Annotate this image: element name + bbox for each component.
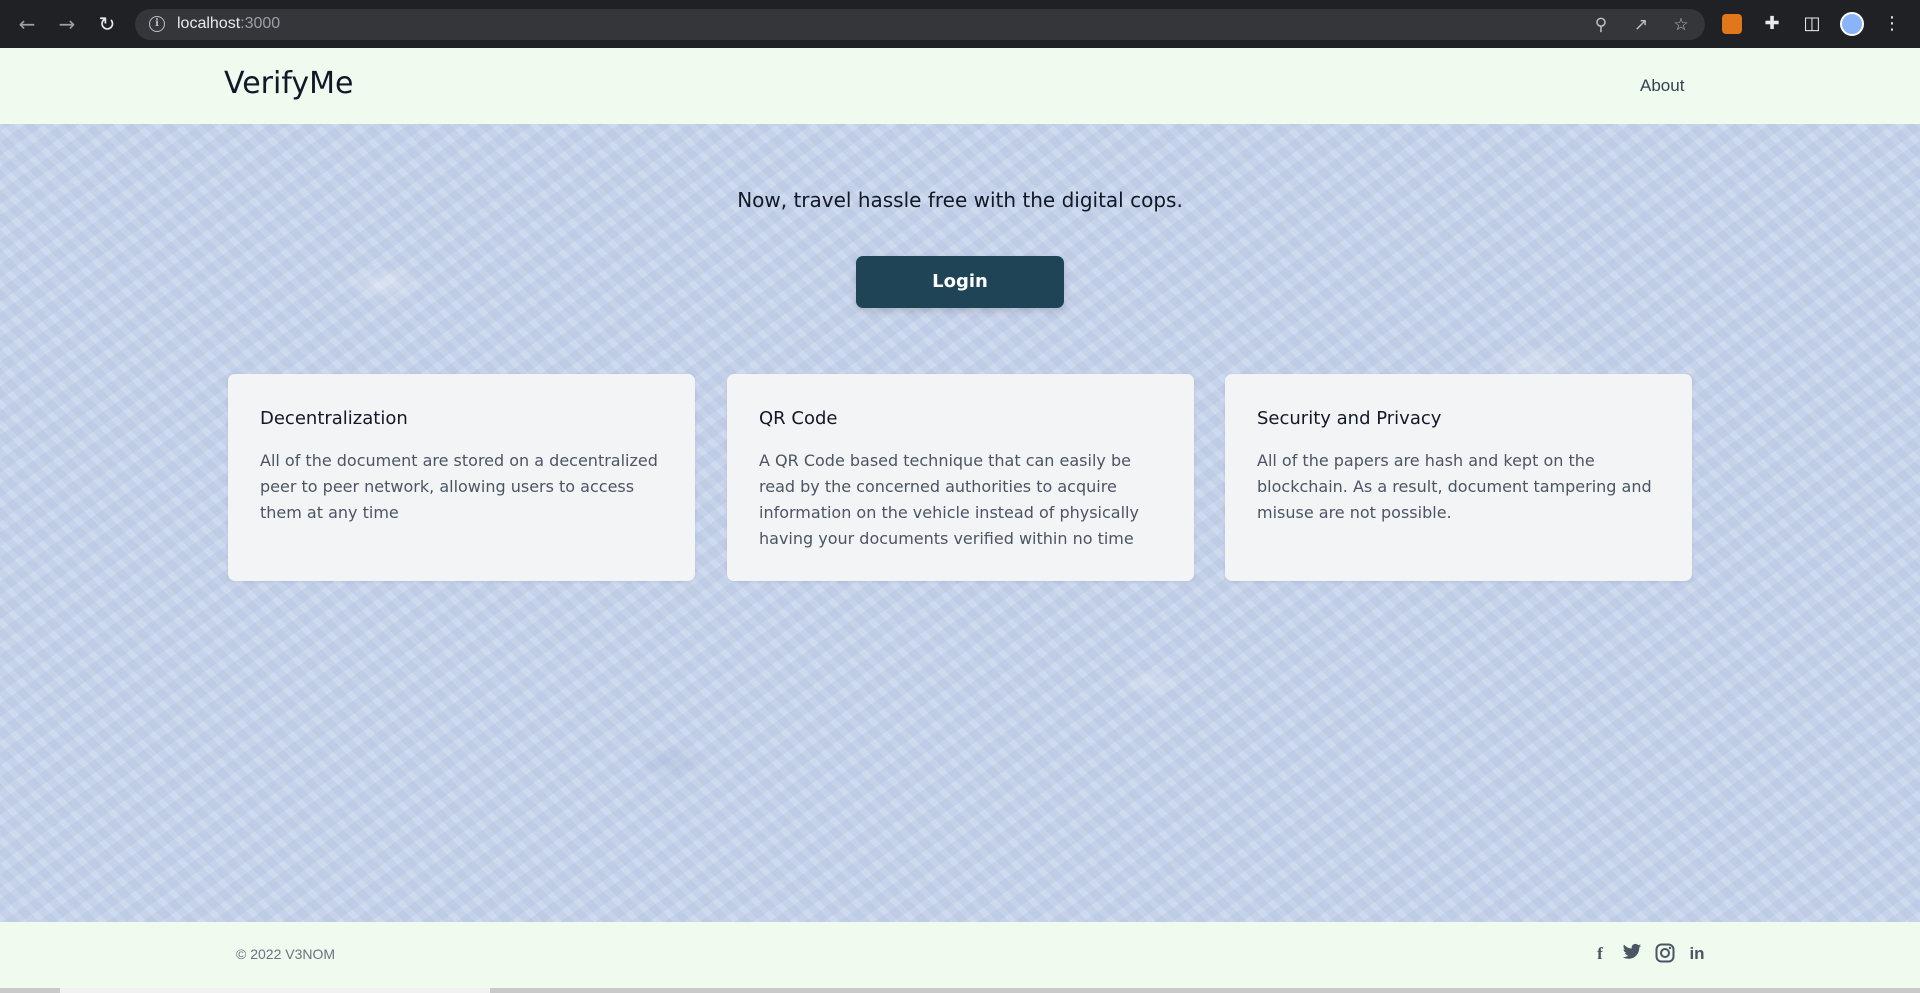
- feature-card-security: Security and Privacy All of the papers a…: [1225, 374, 1692, 581]
- puzzle-icon[interactable]: ✚: [1760, 12, 1784, 36]
- horizontal-scrollbar[interactable]: [0, 988, 1920, 993]
- url-text[interactable]: localhost:3000: [177, 15, 280, 33]
- feature-card-qr-code: QR Code A QR Code based technique that c…: [727, 374, 1194, 581]
- kebab-menu-icon[interactable]: ⋮: [1880, 12, 1904, 36]
- feature-card-decentralization: Decentralization All of the document are…: [228, 374, 695, 581]
- login-button[interactable]: Login: [856, 256, 1064, 308]
- forward-arrow-icon[interactable]: →: [54, 11, 80, 37]
- footer: © 2022 V3NOM f in: [0, 922, 1920, 988]
- url-host: localhost: [177, 15, 241, 32]
- hero-section: Now, travel hassle free with the digital…: [0, 124, 1920, 922]
- feature-text: All of the papers are hash and kept on t…: [1257, 451, 1652, 522]
- hero-tagline: Now, travel hassle free with the digital…: [737, 188, 1183, 212]
- nav-about-link[interactable]: About: [1640, 76, 1684, 96]
- scrollbar-thumb[interactable]: [60, 988, 490, 993]
- feature-title: Decentralization: [260, 408, 408, 429]
- feature-text: A QR Code based technique that can easil…: [759, 451, 1139, 548]
- info-icon[interactable]: i: [149, 16, 165, 32]
- feature-title: Security and Privacy: [1257, 408, 1442, 429]
- reload-icon[interactable]: ↻: [94, 11, 120, 37]
- url-port: :3000: [240, 15, 281, 32]
- browser-toolbar: ← → ↻ i localhost:3000 ⚲ ↗ ☆ ✚ ◫ ⋮: [0, 0, 1920, 48]
- instagram-icon[interactable]: [1654, 943, 1676, 965]
- side-panel-icon[interactable]: ◫: [1800, 12, 1824, 36]
- facebook-icon[interactable]: f: [1589, 943, 1611, 965]
- twitter-icon[interactable]: [1621, 943, 1643, 965]
- brand-logo[interactable]: VerifyMe: [224, 66, 353, 101]
- back-arrow-icon[interactable]: ←: [14, 11, 40, 37]
- fox-extension-icon[interactable]: [1722, 14, 1742, 34]
- avatar-icon[interactable]: [1840, 12, 1864, 36]
- linkedin-icon[interactable]: in: [1686, 943, 1708, 965]
- feature-text: All of the document are stored on a dece…: [260, 451, 658, 522]
- star-icon[interactable]: ☆: [1669, 13, 1693, 37]
- share-icon[interactable]: ↗: [1629, 13, 1653, 37]
- copyright-text: © 2022 V3NOM: [236, 946, 336, 962]
- feature-title: QR Code: [759, 408, 838, 429]
- zoom-icon[interactable]: ⚲: [1589, 13, 1613, 37]
- address-bar[interactable]: i localhost:3000 ⚲ ↗ ☆: [135, 9, 1705, 40]
- app-header: VerifyMe About: [0, 48, 1920, 124]
